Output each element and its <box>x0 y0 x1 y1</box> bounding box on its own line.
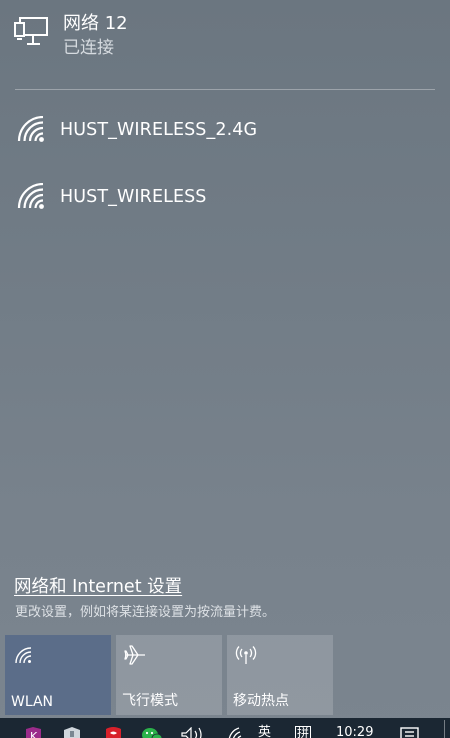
ethernet-monitor-icon <box>14 17 48 45</box>
wifi-ssid: HUST_WIRELESS <box>60 187 207 207</box>
taskbar: K 英 拼 10:29 <box>0 718 450 738</box>
volume-icon[interactable] <box>181 727 205 738</box>
network-flyout: 网络 12 已连接 HUST_WIRELESS_2.4G HUST_WIRELE… <box>0 0 450 718</box>
divider <box>15 89 435 90</box>
tile-label: 飞行模式 <box>122 693 178 709</box>
network-settings-link[interactable]: 网络和 Internet 设置 <box>14 573 182 598</box>
tile-label: 移动热点 <box>233 693 289 709</box>
network-settings-description: 更改设置，例如将某连接设置为按流量计费。 <box>15 605 276 620</box>
taskbar-clock[interactable]: 10:29 <box>336 726 373 738</box>
connected-network[interactable]: 网络 12 已连接 <box>14 12 128 60</box>
tile-wlan[interactable]: WLAN <box>5 635 111 715</box>
hotspot-icon <box>235 646 257 664</box>
wifi-signal-icon <box>17 183 44 209</box>
tile-mobile-hotspot[interactable]: 移动热点 <box>227 635 333 715</box>
wifi-network-item[interactable]: HUST_WIRELESS_2.4G <box>16 116 257 144</box>
wifi-signal-icon <box>17 116 44 142</box>
tile-airplane-mode[interactable]: 飞行模式 <box>116 635 222 715</box>
ime-keyboard-indicator[interactable]: 拼 <box>295 726 312 738</box>
connected-network-texts: 网络 12 已连接 <box>63 12 128 60</box>
tile-label: WLAN <box>11 694 54 710</box>
show-desktop-divider[interactable] <box>444 720 445 738</box>
wifi-icon <box>15 647 32 664</box>
connected-network-status: 已连接 <box>63 38 114 58</box>
svg-text:K: K <box>30 730 38 738</box>
network-tray-icon[interactable] <box>227 727 247 738</box>
airplane-icon <box>124 645 145 665</box>
k-app-icon[interactable]: K <box>25 727 42 738</box>
wechat-icon[interactable] <box>142 727 162 738</box>
red-app-icon[interactable] <box>104 727 123 738</box>
security-shield-icon[interactable] <box>63 727 81 738</box>
ime-language-indicator[interactable]: 英 <box>258 726 271 738</box>
connected-network-name: 网络 12 <box>63 13 128 34</box>
wifi-network-item[interactable]: HUST_WIRELESS <box>16 183 207 211</box>
action-center-icon[interactable] <box>400 727 420 738</box>
wifi-ssid: HUST_WIRELESS_2.4G <box>60 120 258 140</box>
